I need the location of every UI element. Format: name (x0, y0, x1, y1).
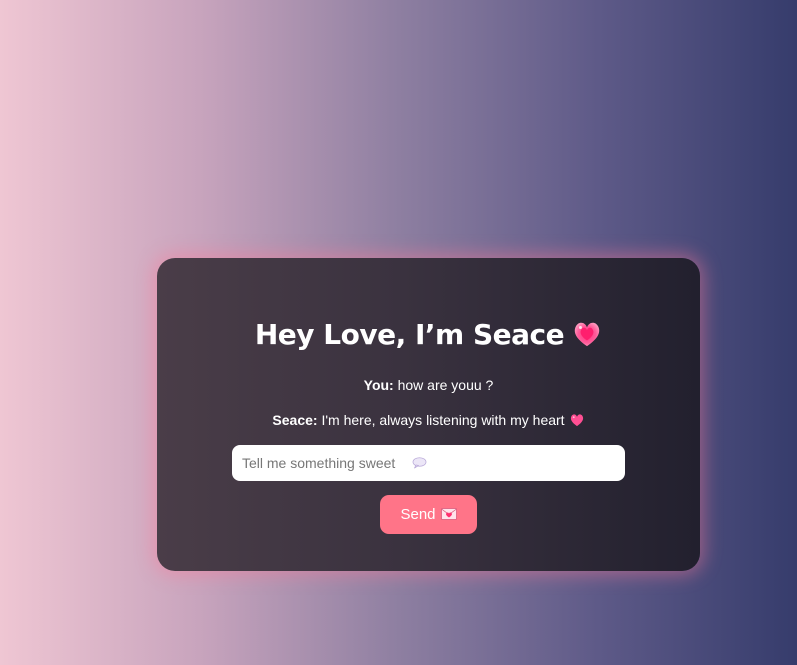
message-text: how are youu ? (397, 377, 494, 393)
heart-icon (570, 414, 583, 427)
message-bot: Seace: I'm here, always listening with m… (157, 412, 700, 428)
message-sender: You: (363, 377, 394, 393)
chat-title-text: Hey Love, I’m Seace (254, 318, 565, 351)
sparkling-heart-icon (574, 322, 600, 347)
message-input-wrapper (232, 445, 625, 481)
message-input[interactable] (232, 445, 625, 481)
message-text: I'm here, always listening with my heart (321, 412, 565, 428)
chat-card: Hey Love, I’m Seace You: how are youu ? … (157, 258, 700, 571)
send-button-label: Send (400, 506, 436, 523)
message-user: You: how are youu ? (157, 377, 700, 393)
chat-title: Hey Love, I’m Seace (157, 318, 700, 351)
send-button[interactable]: Send (380, 495, 477, 534)
message-sender: Seace: (272, 412, 318, 428)
love-letter-icon (440, 508, 457, 520)
